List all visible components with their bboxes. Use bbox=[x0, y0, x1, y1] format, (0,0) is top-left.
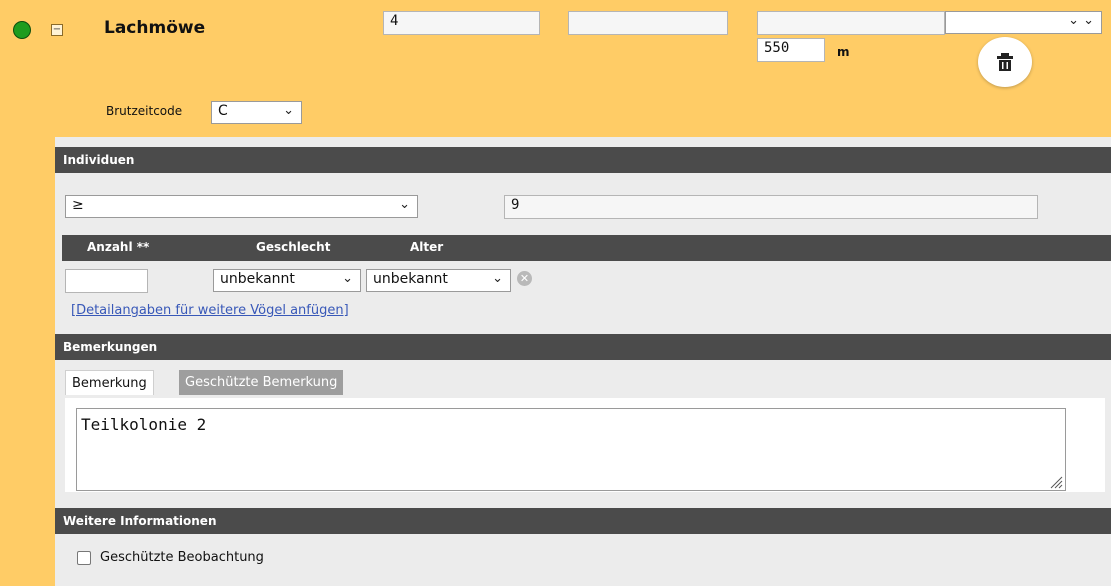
column-anzahl: Anzahl ** bbox=[87, 240, 150, 254]
chevron-down-icon: ⌄ bbox=[399, 197, 410, 212]
detail-panel: Individuen ≥ ⌄ 9 Anzahl ** Geschlecht Al… bbox=[55, 137, 1111, 586]
protected-observation-checkbox[interactable] bbox=[77, 551, 91, 565]
species-name: Lachmöwe bbox=[104, 18, 206, 38]
distance-field[interactable]: 550 bbox=[757, 38, 825, 62]
chevron-down-icon: ⌄ ⌄ bbox=[1068, 13, 1094, 28]
chevron-down-icon: ⌄ bbox=[283, 103, 294, 118]
chevron-down-icon: ⌄ bbox=[342, 271, 353, 286]
column-geschlecht: Geschlecht bbox=[256, 240, 331, 254]
individuals-column-header bbox=[62, 235, 1111, 261]
chevron-down-icon: ⌄ bbox=[492, 271, 503, 286]
operator-select[interactable]: ≥ ⌄ bbox=[65, 195, 418, 218]
remarks-header: Bemerkungen bbox=[55, 334, 1111, 360]
more-info-header: Weitere Informationen bbox=[55, 508, 1111, 534]
resize-handle-icon[interactable] bbox=[1049, 475, 1063, 489]
trash-icon bbox=[997, 53, 1013, 71]
distance-unit: m bbox=[837, 45, 850, 59]
column-alter: Alter bbox=[410, 240, 444, 254]
header-select[interactable]: ⌄ ⌄ bbox=[945, 11, 1102, 34]
secondary-field[interactable] bbox=[568, 11, 728, 35]
add-details-link[interactable]: [Detailangaben für weitere Vögel anfügen… bbox=[71, 303, 349, 318]
delete-button[interactable] bbox=[978, 37, 1032, 87]
tertiary-field[interactable] bbox=[757, 11, 945, 35]
protected-observation-label: Geschützte Beobachtung bbox=[100, 550, 264, 565]
count-field[interactable]: 4 bbox=[383, 11, 540, 35]
alter-select[interactable]: unbekannt ⌄ bbox=[366, 269, 511, 292]
individuals-count-field[interactable]: 9 bbox=[504, 195, 1038, 219]
tab-bemerkung[interactable]: Bemerkung bbox=[65, 370, 154, 395]
tab-geschuetzte-bemerkung[interactable]: Geschützte Bemerkung bbox=[179, 370, 344, 395]
collapse-icon[interactable]: − bbox=[51, 24, 63, 36]
remark-textarea[interactable]: Teilkolonie 2 bbox=[76, 408, 1066, 491]
individuals-header: Individuen bbox=[55, 147, 1111, 173]
breeding-code-label: Brutzeitcode bbox=[106, 104, 183, 118]
geschlecht-select[interactable]: unbekannt ⌄ bbox=[213, 269, 361, 292]
remove-row-icon[interactable]: ✕ bbox=[517, 271, 532, 286]
status-indicator-icon bbox=[13, 21, 31, 39]
breeding-code-select[interactable]: C ⌄ bbox=[211, 101, 302, 124]
anzahl-input[interactable] bbox=[65, 269, 148, 293]
